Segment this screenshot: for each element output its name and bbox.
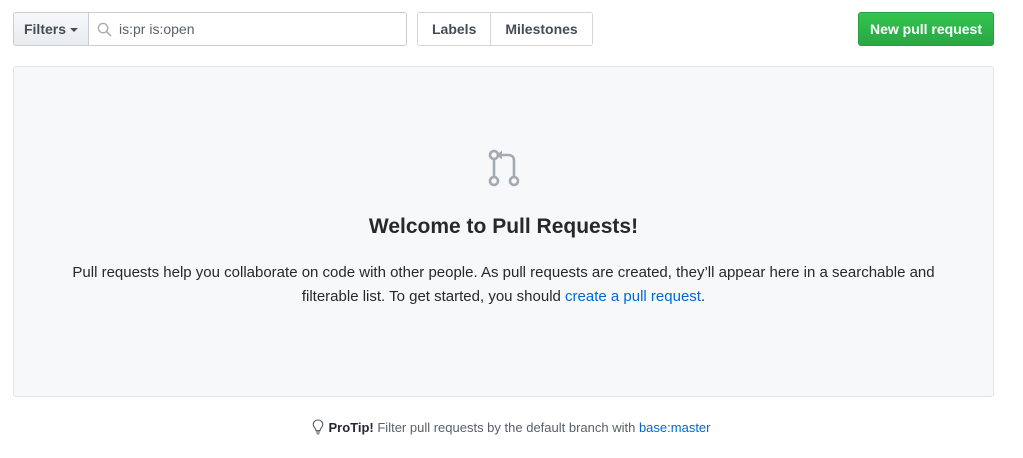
create-pull-request-link[interactable]: create a pull request: [565, 288, 701, 305]
new-pull-request-button[interactable]: New pull request: [858, 12, 994, 46]
search-icon: [97, 22, 112, 37]
caret-down-icon: [70, 27, 78, 32]
filters-dropdown-button[interactable]: Filters: [13, 12, 88, 46]
welcome-description-text: Pull requests help you collaborate on co…: [72, 264, 935, 305]
welcome-description: Pull requests help you collaborate on co…: [54, 261, 953, 309]
labels-milestones-nav: Labels Milestones: [417, 12, 593, 46]
protip-label: ProTip!: [328, 419, 374, 435]
labels-button[interactable]: Labels: [418, 13, 491, 45]
pull-requests-page: Filters Labels Milestones New pull reque…: [0, 0, 1023, 458]
base-master-link[interactable]: base:master: [639, 420, 711, 435]
filters-label: Filters: [23, 21, 66, 37]
light-bulb-icon: [313, 419, 324, 435]
filter-bar: Filters: [13, 12, 477, 46]
blankslate-panel: Welcome to Pull Requests! Pull requests …: [13, 66, 994, 397]
milestones-button[interactable]: Milestones: [490, 13, 592, 45]
protip: ProTip! Filter pull requests by the defa…: [0, 419, 1023, 435]
protip-text: Filter pull requests by the default bran…: [373, 419, 639, 435]
git-pull-request-icon: [488, 149, 520, 187]
welcome-title: Welcome to Pull Requests!: [368, 215, 639, 238]
welcome-description-end: .: [700, 288, 706, 305]
pr-toolbar: Filters Labels Milestones New pull reque…: [13, 12, 994, 46]
search-box[interactable]: [88, 12, 477, 46]
